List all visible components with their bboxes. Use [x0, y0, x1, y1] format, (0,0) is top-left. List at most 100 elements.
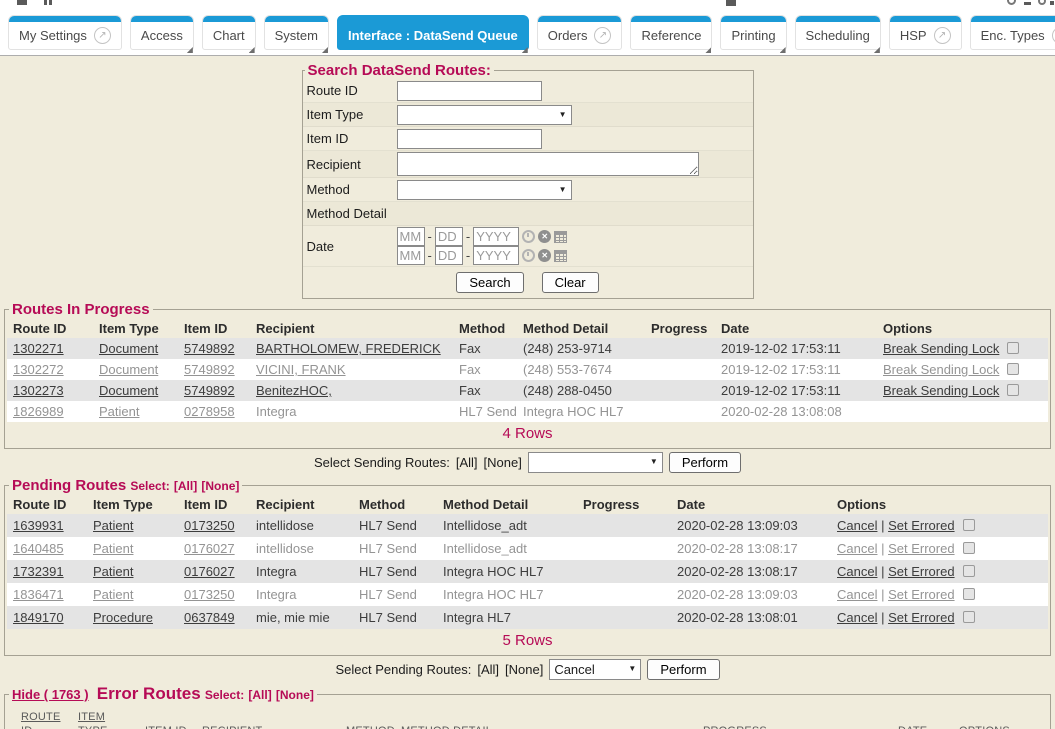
column-header-method[interactable]: METHOD [340, 722, 395, 729]
item-type-link[interactable]: Patient [93, 587, 133, 602]
select-all-error-link[interactable]: [All] [248, 688, 271, 702]
date-end-month-input[interactable] [397, 246, 425, 265]
external-link-icon[interactable]: ↗ [594, 27, 611, 44]
break-sending-lock-link[interactable]: Break Sending Lock [883, 362, 999, 377]
select-all-pending-link[interactable]: [All] [174, 479, 197, 493]
item-type-link[interactable]: Document [99, 341, 158, 356]
tab-access[interactable]: Access [130, 15, 194, 50]
external-link-icon[interactable]: ↗ [934, 27, 951, 44]
row-checkbox[interactable] [1007, 363, 1019, 375]
item-type-select[interactable]: ▼ [397, 105, 572, 125]
row-checkbox[interactable] [963, 565, 975, 577]
tab-my-settings[interactable]: My Settings↗ [8, 15, 122, 50]
tab-reference[interactable]: Reference [630, 15, 712, 50]
row-checkbox[interactable] [1007, 384, 1019, 396]
item-type-link[interactable]: Procedure [93, 610, 153, 625]
calendar-icon[interactable] [554, 250, 567, 262]
route-id-link[interactable]: 1732391 [13, 564, 64, 579]
item-id-link[interactable]: 0278958 [184, 404, 235, 419]
recipient-link[interactable]: BenitezHOC, [256, 383, 332, 398]
item-type-link[interactable]: Patient [93, 518, 133, 533]
route-id-link[interactable]: 1849170 [13, 610, 64, 625]
column-header-route-id[interactable]: ROUTE ID [7, 708, 72, 729]
cancel-link[interactable]: Cancel [837, 541, 877, 556]
column-header-date[interactable]: DATE [892, 722, 953, 729]
item-id-link[interactable]: 5749892 [184, 383, 235, 398]
recipient-link[interactable]: BARTHOLOMEW, FREDERICK [256, 341, 441, 356]
set-errored-link[interactable]: Set Errored [888, 564, 954, 579]
item-id-link[interactable]: 5749892 [184, 341, 235, 356]
set-errored-link[interactable]: Set Errored [888, 541, 954, 556]
item-id-link[interactable]: 0176027 [184, 541, 235, 556]
item-type-link[interactable]: Patient [93, 541, 133, 556]
clear-button[interactable]: Clear [542, 272, 599, 293]
search-button[interactable]: Search [456, 272, 523, 293]
tab-chart[interactable]: Chart [202, 15, 256, 50]
select-all-sending-link[interactable]: [All] [456, 455, 478, 470]
clear-date-icon[interactable]: ✕ [538, 249, 551, 262]
item-id-link[interactable]: 0173250 [184, 587, 235, 602]
perform-sending-button[interactable]: Perform [669, 452, 741, 473]
break-sending-lock-link[interactable]: Break Sending Lock [883, 341, 999, 356]
row-checkbox[interactable] [963, 519, 975, 531]
route-id-link[interactable]: 1639931 [13, 518, 64, 533]
clock-icon[interactable] [522, 249, 535, 262]
route-id-link[interactable]: 1836471 [13, 587, 64, 602]
perform-pending-button[interactable]: Perform [647, 659, 719, 680]
column-header-item-id[interactable]: ITEM ID [139, 722, 196, 729]
item-type-link[interactable]: Patient [99, 404, 139, 419]
row-checkbox[interactable] [963, 542, 975, 554]
item-id-link[interactable]: 0637849 [184, 610, 235, 625]
cancel-link[interactable]: Cancel [837, 564, 877, 579]
tab-scheduling[interactable]: Scheduling [795, 15, 881, 50]
recipient-textarea[interactable] [397, 152, 699, 176]
tab-interface-datasend-queue[interactable]: Interface : DataSend Queue [337, 15, 529, 50]
date-start-month-input[interactable] [397, 227, 425, 246]
select-none-pending-link[interactable]: [None] [201, 479, 239, 493]
date-end-day-input[interactable] [435, 246, 463, 265]
tab-orders[interactable]: Orders↗ [537, 15, 623, 50]
route-id-link[interactable]: 1302271 [13, 341, 64, 356]
recipient-link[interactable]: VICINI, FRANK [256, 362, 346, 377]
item-type-link[interactable]: Document [99, 362, 158, 377]
calendar-icon[interactable] [554, 231, 567, 243]
tab-system[interactable]: System [264, 15, 329, 50]
item-id-link[interactable]: 0173250 [184, 518, 235, 533]
cancel-link[interactable]: Cancel [837, 587, 877, 602]
date-start-year-input[interactable] [473, 227, 519, 246]
clear-date-icon[interactable]: ✕ [538, 230, 551, 243]
tab-enc-types[interactable]: Enc. Types↗ [970, 15, 1055, 50]
set-errored-link[interactable]: Set Errored [888, 610, 954, 625]
item-id-input[interactable] [397, 129, 542, 149]
date-start-day-input[interactable] [435, 227, 463, 246]
break-sending-lock-link[interactable]: Break Sending Lock [883, 383, 999, 398]
method-select[interactable]: ▼ [397, 180, 572, 200]
route-id-link[interactable]: 1640485 [13, 541, 64, 556]
row-checkbox[interactable] [963, 611, 975, 623]
sending-action-select[interactable]: ▼ [528, 452, 663, 473]
tab-hsp[interactable]: HSP↗ [889, 15, 962, 50]
set-errored-link[interactable]: Set Errored [888, 518, 954, 533]
cancel-link[interactable]: Cancel [837, 518, 877, 533]
row-checkbox[interactable] [1007, 342, 1019, 354]
item-type-link[interactable]: Patient [93, 564, 133, 579]
route-id-link[interactable]: 1826989 [13, 404, 64, 419]
item-id-link[interactable]: 0176027 [184, 564, 235, 579]
item-type-link[interactable]: Document [99, 383, 158, 398]
row-checkbox[interactable] [963, 588, 975, 600]
select-none-sending-link[interactable]: [None] [484, 455, 522, 470]
select-none-pending-ctrl-link[interactable]: [None] [505, 662, 543, 677]
column-header-method-detail[interactable]: METHOD DETAIL [395, 722, 697, 729]
select-all-pending-ctrl-link[interactable]: [All] [477, 662, 499, 677]
tab-printing[interactable]: Printing [720, 15, 786, 50]
date-end-year-input[interactable] [473, 246, 519, 265]
external-link-icon[interactable]: ↗ [94, 27, 111, 44]
clock-icon[interactable] [522, 230, 535, 243]
set-errored-link[interactable]: Set Errored [888, 587, 954, 602]
column-header-recipient[interactable]: RECIPIENT [196, 722, 340, 729]
route-id-link[interactable]: 1302272 [13, 362, 64, 377]
item-id-link[interactable]: 5749892 [184, 362, 235, 377]
route-id-input[interactable] [397, 81, 542, 101]
cancel-link[interactable]: Cancel [837, 610, 877, 625]
pending-action-select[interactable]: Cancel ▼ [549, 659, 641, 680]
